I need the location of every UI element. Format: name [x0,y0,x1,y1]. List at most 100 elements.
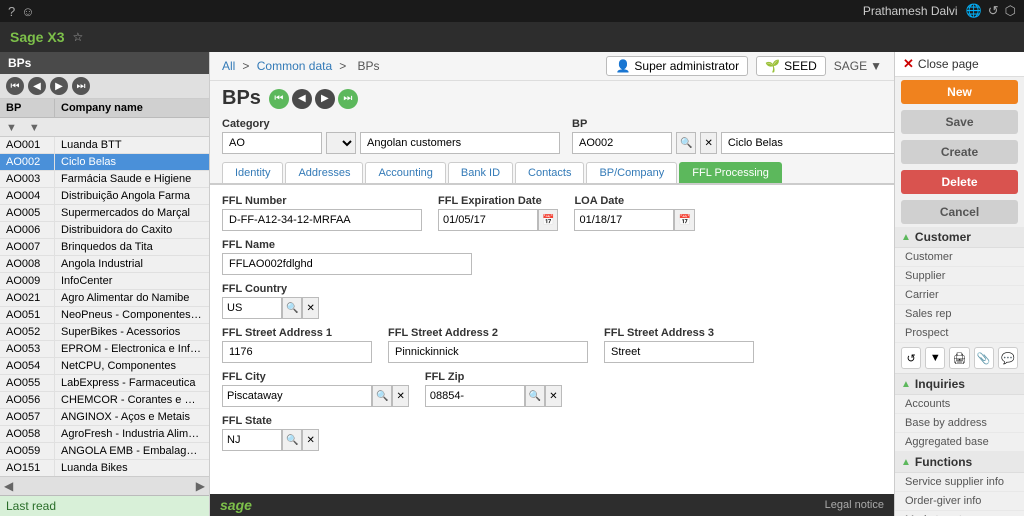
right-menu-aggregated-base[interactable]: Aggregated base [895,433,1024,452]
filter-company-icon[interactable]: ▼ [23,118,46,136]
loa-date-input[interactable] [574,209,674,231]
right-menu-prospect[interactable]: Prospect [895,324,1024,343]
list-item[interactable]: AO005Supermercados do Marçal [0,205,209,222]
ffl-street-3-input[interactable] [604,341,754,363]
category-dropdown[interactable] [326,132,356,154]
ffl-state-input[interactable] [222,429,282,451]
favorite-icon[interactable]: ☆ [72,30,83,44]
bp-clear-btn[interactable]: ✕ [700,132,716,154]
tab-bank-id[interactable]: Bank ID [448,162,513,183]
ffl-zip-search-btn[interactable]: 🔍 [525,385,545,407]
tab-bp/company[interactable]: BP/Company [586,162,677,183]
ffl-city-input[interactable] [222,385,372,407]
dropdown-arrow-icon[interactable]: ▼ [870,59,882,73]
tab-contacts[interactable]: Contacts [515,162,584,183]
right-menu-sales-rep[interactable]: Sales rep [895,305,1024,324]
scroll-left-btn[interactable]: ◀ [4,479,13,493]
ffl-name-input[interactable] [222,253,472,275]
list-item[interactable]: AO053EPROM - Electronica e Informáti... [0,341,209,358]
ffl-city-clear-btn[interactable]: ✕ [392,385,408,407]
list-item[interactable]: AO003Farmácia Saude e Higiene [0,171,209,188]
category-input[interactable] [222,132,322,154]
category-desc-input[interactable] [360,132,560,154]
record-prev-btn[interactable]: ◀ [292,89,312,109]
tab-addresses[interactable]: Addresses [285,162,363,183]
right-menu-service-supplier[interactable]: Service supplier info [895,473,1024,492]
ffl-number-input[interactable] [222,209,422,231]
tab-ffl-processing[interactable]: FFL Processing [679,162,782,183]
ffl-country-clear-btn[interactable]: ✕ [302,297,318,319]
help-icon[interactable]: ? [8,4,15,19]
list-item[interactable]: AO054NetCPU, Componentes [0,358,209,375]
list-item[interactable]: AO021Agro Alimentar do Namibe [0,290,209,307]
seed-btn[interactable]: 🌱 SEED [756,56,826,76]
cancel-btn[interactable]: Cancel [901,200,1018,224]
record-last-btn[interactable]: ⏭ [338,89,358,109]
ffl-expiration-input[interactable] [438,209,538,231]
ffl-state-clear-btn[interactable]: ✕ [302,429,318,451]
ffl-street-1-input[interactable] [222,341,372,363]
list-item[interactable]: AO052SuperBikes - Acessorios [0,324,209,341]
list-item[interactable]: AO004Distribuição Angola Farma [0,188,209,205]
list-item[interactable]: AO051NeoPneus - Componentes e Pne... [0,307,209,324]
refresh-icon[interactable]: ↺ [988,3,999,19]
global-icon[interactable]: 🌐 [966,3,982,19]
save-btn[interactable]: Save [901,110,1018,134]
delete-btn[interactable]: Delete [901,170,1018,194]
create-btn[interactable]: Create [901,140,1018,164]
bp-input[interactable] [572,132,672,154]
right-menu-accounts[interactable]: Accounts [895,395,1024,414]
right-menu-supplier[interactable]: Supplier [895,267,1024,286]
nav-prev-btn[interactable]: ◀ [28,77,46,95]
right-menu-market-sectors[interactable]: Market sectors [895,511,1024,516]
legal-notice[interactable]: Legal notice [825,499,884,511]
ffl-zip-clear-btn[interactable]: ✕ [545,385,561,407]
nav-next-btn[interactable]: ▶ [50,77,68,95]
list-item[interactable]: AO057ANGINOX - Aços e Metais [0,409,209,426]
list-item[interactable]: AO058AgroFresh - Industria Alimentar... [0,426,209,443]
user-icon[interactable]: ☺ [21,4,34,19]
tab-identity[interactable]: Identity [222,162,283,183]
ffl-country-input[interactable] [222,297,282,319]
ffl-street-2-input[interactable] [388,341,588,363]
right-menu-customer[interactable]: Customer [895,248,1024,267]
list-item[interactable]: AO001Luanda BTT [0,137,209,154]
right-menu-carrier[interactable]: Carrier [895,286,1024,305]
breadcrumb-common-data[interactable]: Common data [257,59,332,73]
right-menu-base-by-address[interactable]: Base by address [895,414,1024,433]
super-admin-btn[interactable]: 👤 Super administrator [606,56,748,76]
filter-bp-icon[interactable]: ▼ [0,118,23,136]
attach-btn[interactable]: 📎 [974,347,994,369]
loa-calendar-btn[interactable]: 📅 [674,209,694,231]
ffl-city-search-btn[interactable]: 🔍 [372,385,392,407]
nav-last-btn[interactable]: ⏭ [72,77,90,95]
list-item[interactable]: AO059ANGOLA EMB - Embalagens Indus... [0,443,209,460]
dropdown-btn[interactable]: ▼ [925,347,945,369]
close-page-btn[interactable]: ✕ Close page [895,52,1024,77]
record-first-btn[interactable]: ⏮ [269,89,289,109]
tab-accounting[interactable]: Accounting [365,162,445,183]
comment-btn[interactable]: 💬 [998,347,1018,369]
record-next-btn[interactable]: ▶ [315,89,335,109]
ffl-country-search-btn[interactable]: 🔍 [282,297,302,319]
scroll-right-btn[interactable]: ▶ [196,479,205,493]
ffl-zip-input[interactable] [425,385,525,407]
list-item[interactable]: AO007Brinquedos da Tita [0,239,209,256]
new-btn[interactable]: New [901,80,1018,104]
list-item[interactable]: AO055LabExpress - Farmaceutica [0,375,209,392]
list-item[interactable]: AO006Distribuidora do Caxito [0,222,209,239]
list-item[interactable]: AO002Ciclo Belas [0,154,209,171]
apps-icon[interactable]: ⬡ [1005,3,1016,19]
list-item[interactable]: AO008Angola Industrial [0,256,209,273]
nav-first-btn[interactable]: ⏮ [6,77,24,95]
ffl-expiration-calendar-btn[interactable]: 📅 [538,209,558,231]
ffl-state-search-btn[interactable]: 🔍 [282,429,302,451]
list-item[interactable]: AO056CHEMCOR - Corantes e Químico... [0,392,209,409]
bp-desc-input[interactable] [721,132,894,154]
bp-search-btn[interactable]: 🔍 [676,132,696,154]
list-item[interactable]: AO151Luanda Bikes [0,460,209,476]
right-menu-order-giver[interactable]: Order-giver info [895,492,1024,511]
print-btn[interactable]: 🖨 [949,347,969,369]
breadcrumb-all[interactable]: All [222,59,235,73]
list-item[interactable]: AO009InfoCenter [0,273,209,290]
